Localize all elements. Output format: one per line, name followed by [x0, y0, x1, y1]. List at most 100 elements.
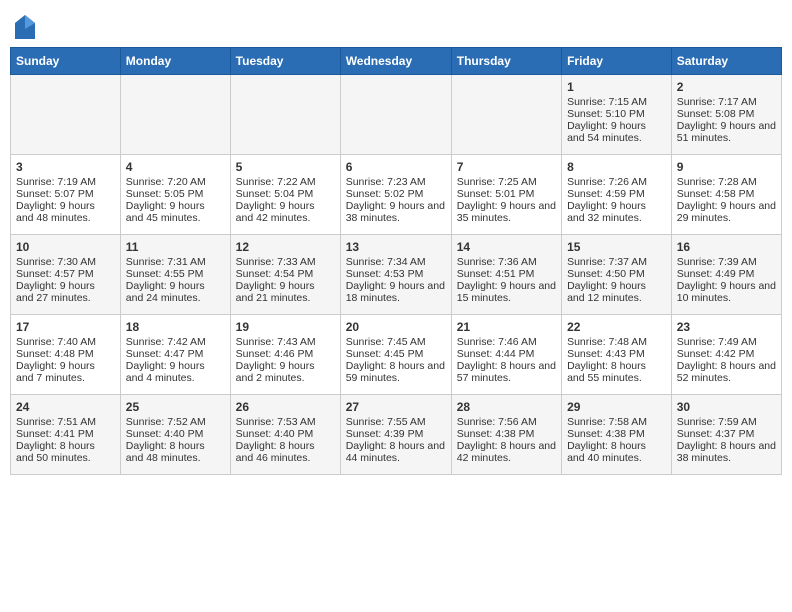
day-info: Sunrise: 7:19 AM: [16, 176, 115, 188]
calendar-cell: 24Sunrise: 7:51 AMSunset: 4:41 PMDayligh…: [11, 395, 121, 475]
calendar-cell: 23Sunrise: 7:49 AMSunset: 4:42 PMDayligh…: [671, 315, 781, 395]
day-number: 6: [346, 160, 446, 174]
day-info: Sunrise: 7:28 AM: [677, 176, 776, 188]
calendar-cell: 4 Sunrise: 7:20 AMSunset: 5:05 PMDaylight…: [120, 155, 230, 235]
calendar-cell: 9 Sunrise: 7:28 AMSunset: 4:58 PMDaylight…: [671, 155, 781, 235]
day-info: Sunset: 4:39 PM: [346, 428, 446, 440]
day-info: Sunrise: 7:49 AM: [677, 336, 776, 348]
calendar-cell: 1Sunrise: 7:15 AMSunset: 5:10 PMDaylight…: [562, 75, 672, 155]
day-info: Sunset: 4:46 PM: [236, 348, 335, 360]
day-info: Sunset: 4:54 PM: [236, 268, 335, 280]
weekday-header-thursday: Thursday: [451, 48, 561, 75]
day-info: Sunrise: 7:42 AM: [126, 336, 225, 348]
weekday-header-monday: Monday: [120, 48, 230, 75]
calendar-week-row: 1Sunrise: 7:15 AMSunset: 5:10 PMDaylight…: [11, 75, 782, 155]
day-number: 10: [16, 240, 115, 254]
day-info: Sunset: 5:05 PM: [126, 188, 225, 200]
day-info: Daylight: 9 hours and 15 minutes.: [457, 280, 556, 304]
day-info: Sunrise: 7:58 AM: [567, 416, 666, 428]
day-info: Sunrise: 7:34 AM: [346, 256, 446, 268]
calendar-cell: 10Sunrise: 7:30 AMSunset: 4:57 PMDayligh…: [11, 235, 121, 315]
page-header: [10, 10, 782, 39]
day-number: 9: [677, 160, 776, 174]
calendar-cell: [451, 75, 561, 155]
day-info: Sunrise: 7:33 AM: [236, 256, 335, 268]
calendar-cell: 25Sunrise: 7:52 AMSunset: 4:40 PMDayligh…: [120, 395, 230, 475]
day-info: Sunrise: 7:31 AM: [126, 256, 225, 268]
day-number: 29: [567, 400, 666, 414]
calendar-cell: 17Sunrise: 7:40 AMSunset: 4:48 PMDayligh…: [11, 315, 121, 395]
day-info: Daylight: 9 hours and 24 minutes.: [126, 280, 225, 304]
day-info: Daylight: 8 hours and 46 minutes.: [236, 440, 335, 464]
day-info: Daylight: 9 hours and 48 minutes.: [16, 200, 115, 224]
day-number: 26: [236, 400, 335, 414]
calendar-cell: 7Sunrise: 7:25 AMSunset: 5:01 PMDaylight…: [451, 155, 561, 235]
day-number: 15: [567, 240, 666, 254]
day-info: Sunrise: 7:36 AM: [457, 256, 556, 268]
day-info: Sunset: 4:38 PM: [457, 428, 556, 440]
day-number: 8: [567, 160, 666, 174]
day-info: Sunrise: 7:51 AM: [16, 416, 115, 428]
day-info: Daylight: 9 hours and 7 minutes.: [16, 360, 115, 384]
calendar-cell: 21Sunrise: 7:46 AMSunset: 4:44 PMDayligh…: [451, 315, 561, 395]
day-info: Sunrise: 7:52 AM: [126, 416, 225, 428]
day-info: Sunset: 4:37 PM: [677, 428, 776, 440]
day-info: Sunrise: 7:37 AM: [567, 256, 666, 268]
day-info: Daylight: 9 hours and 4 minutes.: [126, 360, 225, 384]
day-info: Daylight: 8 hours and 42 minutes.: [457, 440, 556, 464]
day-info: Sunset: 4:55 PM: [126, 268, 225, 280]
day-info: Daylight: 9 hours and 51 minutes.: [677, 120, 776, 144]
day-info: Sunrise: 7:55 AM: [346, 416, 446, 428]
day-info: Daylight: 9 hours and 35 minutes.: [457, 200, 556, 224]
day-number: 20: [346, 320, 446, 334]
day-info: Daylight: 8 hours and 38 minutes.: [677, 440, 776, 464]
day-info: Daylight: 9 hours and 10 minutes.: [677, 280, 776, 304]
calendar-cell: 27 Sunrise: 7:55 AMSunset: 4:39 PMDayligh…: [340, 395, 451, 475]
day-number: 4: [126, 160, 225, 174]
day-info: Sunset: 4:48 PM: [16, 348, 115, 360]
day-info: Sunset: 5:01 PM: [457, 188, 556, 200]
day-info: Daylight: 9 hours and 45 minutes.: [126, 200, 225, 224]
day-info: Daylight: 9 hours and 2 minutes.: [236, 360, 335, 384]
calendar-cell: 29Sunrise: 7:58 AMSunset: 4:38 PMDayligh…: [562, 395, 672, 475]
day-info: Sunset: 5:10 PM: [567, 108, 666, 120]
day-info: Sunset: 4:40 PM: [126, 428, 225, 440]
calendar-cell: 22Sunrise: 7:48 AMSunset: 4:43 PMDayligh…: [562, 315, 672, 395]
day-number: 27: [346, 400, 446, 414]
day-info: Daylight: 9 hours and 18 minutes.: [346, 280, 446, 304]
weekday-header-saturday: Saturday: [671, 48, 781, 75]
day-info: Sunrise: 7:39 AM: [677, 256, 776, 268]
day-info: Sunset: 4:59 PM: [567, 188, 666, 200]
calendar-cell: 26Sunrise: 7:53 AMSunset: 4:40 PMDayligh…: [230, 395, 340, 475]
day-info: Sunset: 4:38 PM: [567, 428, 666, 440]
logo-icon: [15, 15, 35, 39]
calendar-cell: 18Sunrise: 7:42 AMSunset: 4:47 PMDayligh…: [120, 315, 230, 395]
day-info: Sunrise: 7:22 AM: [236, 176, 335, 188]
day-number: 5: [236, 160, 335, 174]
day-info: Sunrise: 7:59 AM: [677, 416, 776, 428]
day-info: Daylight: 9 hours and 42 minutes.: [236, 200, 335, 224]
day-info: Sunset: 4:41 PM: [16, 428, 115, 440]
day-info: Sunset: 4:51 PM: [457, 268, 556, 280]
day-info: Daylight: 9 hours and 32 minutes.: [567, 200, 666, 224]
day-info: Daylight: 9 hours and 54 minutes.: [567, 120, 666, 144]
day-info: Daylight: 9 hours and 27 minutes.: [16, 280, 115, 304]
day-info: Sunset: 4:40 PM: [236, 428, 335, 440]
day-info: Sunrise: 7:17 AM: [677, 96, 776, 108]
day-number: 7: [457, 160, 556, 174]
day-number: 19: [236, 320, 335, 334]
day-info: Sunset: 4:42 PM: [677, 348, 776, 360]
day-info: Sunset: 5:02 PM: [346, 188, 446, 200]
day-info: Sunset: 4:49 PM: [677, 268, 776, 280]
calendar-cell: 16Sunrise: 7:39 AMSunset: 4:49 PMDayligh…: [671, 235, 781, 315]
day-info: Daylight: 8 hours and 44 minutes.: [346, 440, 446, 464]
day-info: Sunset: 4:58 PM: [677, 188, 776, 200]
calendar-cell: 15Sunrise: 7:37 AMSunset: 4:50 PMDayligh…: [562, 235, 672, 315]
day-info: Daylight: 9 hours and 29 minutes.: [677, 200, 776, 224]
day-info: Sunrise: 7:20 AM: [126, 176, 225, 188]
day-number: 14: [457, 240, 556, 254]
day-number: 1: [567, 80, 666, 94]
calendar-cell: 6Sunrise: 7:23 AMSunset: 5:02 PMDaylight…: [340, 155, 451, 235]
day-info: Daylight: 8 hours and 55 minutes.: [567, 360, 666, 384]
calendar-cell: 20Sunrise: 7:45 AMSunset: 4:45 PMDayligh…: [340, 315, 451, 395]
